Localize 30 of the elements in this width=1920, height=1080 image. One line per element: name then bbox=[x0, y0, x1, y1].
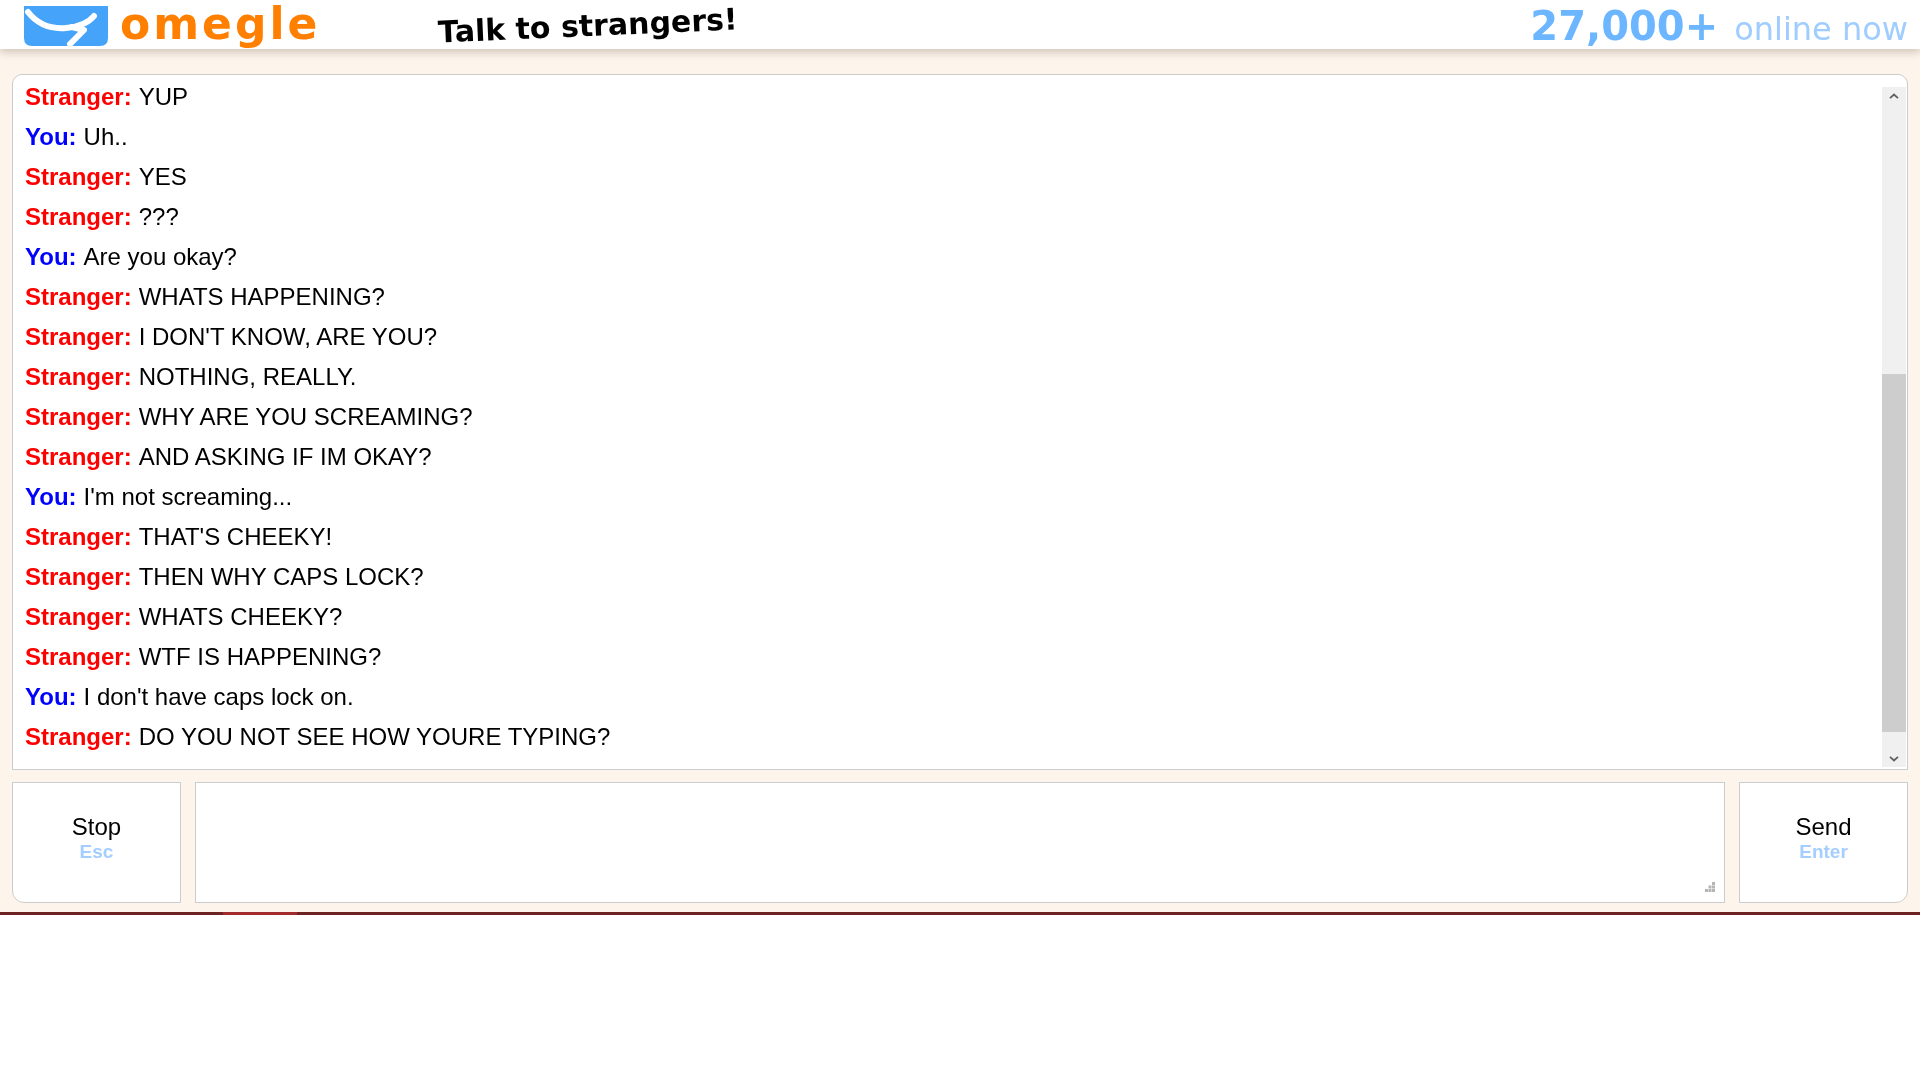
stop-button[interactable]: Stop Esc bbox=[12, 782, 181, 903]
chat-message: You: I don't have caps lock on. bbox=[25, 682, 354, 712]
chevron-up-icon bbox=[1889, 92, 1899, 99]
logo-icon bbox=[24, 6, 108, 46]
chat-message: Stranger: YUP bbox=[25, 82, 189, 112]
chevron-down-icon bbox=[1889, 755, 1899, 762]
chat-message: You: Uh.. bbox=[25, 122, 128, 152]
chat-message: Stranger: AND ASKING IF IM OKAY? bbox=[25, 442, 432, 472]
chat-message: Stranger: WHATS CHEEKY? bbox=[25, 602, 343, 632]
scrollbar-thumb[interactable] bbox=[1882, 374, 1906, 732]
online-count: 27,000+ bbox=[1530, 6, 1719, 46]
online-label: online now bbox=[1734, 13, 1908, 45]
chat-message: Stranger: THEN WHY CAPS LOCK? bbox=[25, 562, 424, 592]
send-button[interactable]: Send Enter bbox=[1739, 782, 1908, 903]
scrollbar[interactable] bbox=[1882, 87, 1906, 767]
chat-message: Stranger: WHATS HAPPENING? bbox=[25, 282, 385, 312]
chat-message: Stranger: ??? bbox=[25, 202, 179, 232]
chat-message: Stranger: DO YOU NOT SEE HOW YOURE TYPING? bbox=[25, 722, 611, 752]
logo-wordmark: omegle bbox=[120, 2, 321, 46]
chat-message: Stranger: NOTHING, REALLY. bbox=[25, 362, 357, 392]
chat-message: Stranger: WHY ARE YOU SCREAMING? bbox=[25, 402, 473, 432]
tagline: Talk to strangers! bbox=[437, 2, 739, 49]
chat-message: You: Are you okay? bbox=[25, 242, 237, 272]
chat-message: Stranger: I DON'T KNOW, ARE YOU? bbox=[25, 322, 438, 352]
chat-message: Stranger: YES bbox=[25, 162, 187, 192]
resize-grip-icon[interactable] bbox=[1705, 882, 1715, 892]
chat-message: You: I'm not screaming... bbox=[25, 482, 293, 512]
chat-message: Stranger: THAT'S CHEEKY! bbox=[25, 522, 333, 552]
message-input[interactable] bbox=[195, 782, 1725, 903]
chat-message: Stranger: WTF IS HAPPENING? bbox=[25, 642, 382, 672]
